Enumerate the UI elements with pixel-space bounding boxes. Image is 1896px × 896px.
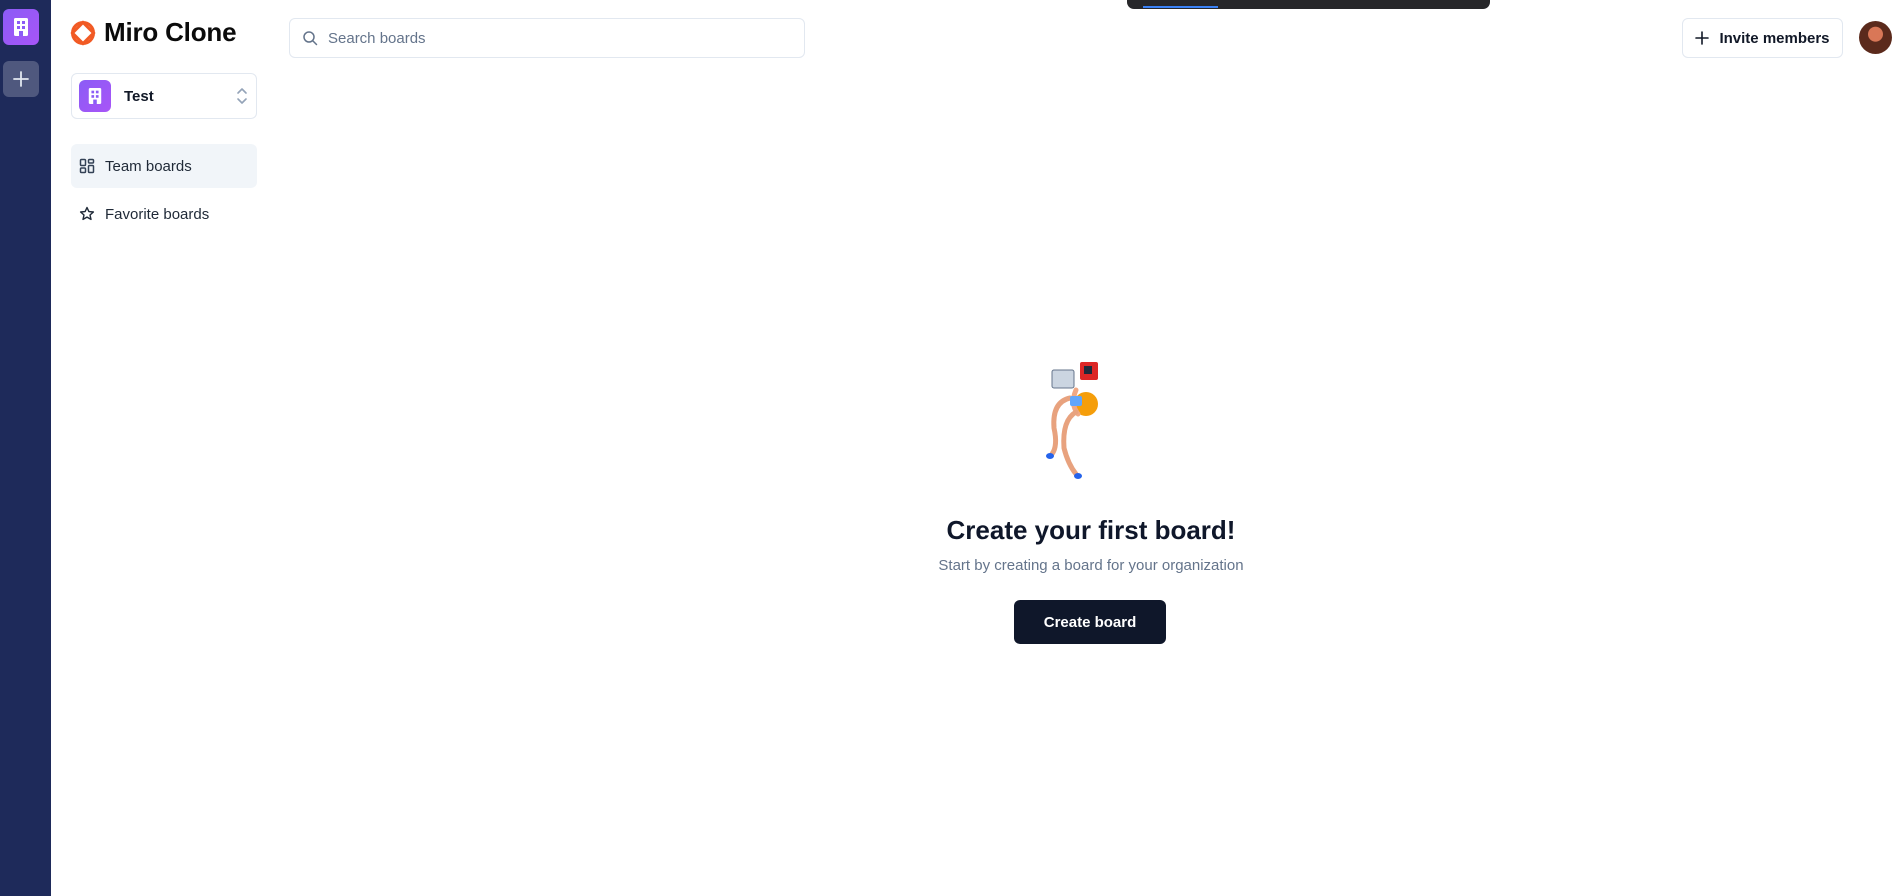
invite-members-label: Invite members [1719, 29, 1830, 47]
sidebar-item-label: Team boards [105, 157, 192, 175]
sidebar-item-favorite-boards[interactable]: Favorite boards [71, 192, 257, 236]
empty-state-title: Create your first board! [946, 515, 1236, 545]
sidebar-nav: Team boards Favorite boards [71, 144, 257, 240]
search-input[interactable] [328, 29, 788, 47]
empty-state-illustration [1046, 362, 1098, 479]
invite-members-button[interactable]: Invite members [1682, 18, 1843, 58]
org-rail [0, 0, 51, 896]
app-title: Miro Clone [104, 17, 237, 47]
sidebar: Miro Clone Test Team boards Favorite boa… [51, 0, 271, 896]
empty-state-subtitle: Start by creating a board for your organ… [938, 557, 1244, 574]
star-icon [79, 206, 95, 221]
search-icon [303, 31, 318, 46]
toast-progress [1143, 6, 1218, 8]
org-name: Test [124, 87, 154, 105]
building-icon [88, 88, 102, 104]
sidebar-item-team-boards[interactable]: Team boards [71, 144, 257, 188]
sidebar-item-label: Favorite boards [105, 205, 210, 223]
add-organization-button[interactable] [3, 61, 39, 97]
chevrons-up-down-icon [237, 88, 247, 104]
notification-toast [1127, 0, 1490, 9]
app-logo[interactable]: Miro Clone [70, 17, 237, 48]
plus-icon [13, 71, 29, 87]
plus-icon [1695, 31, 1710, 45]
logo-icon [70, 19, 96, 46]
create-board-button[interactable]: Create board [1014, 600, 1166, 644]
dashboard-icon [79, 158, 95, 174]
organization-switcher[interactable]: Test [71, 73, 257, 119]
search-bar [289, 18, 805, 58]
building-icon [14, 18, 28, 36]
org-rail-item-test[interactable] [3, 9, 39, 45]
org-avatar [79, 80, 111, 112]
user-avatar[interactable] [1859, 21, 1892, 54]
